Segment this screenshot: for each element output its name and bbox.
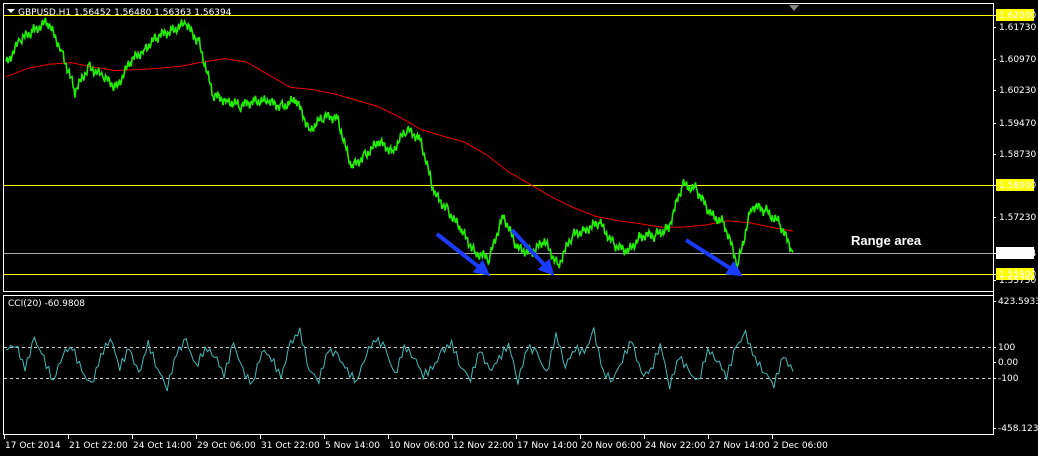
cci-series (5, 327, 794, 392)
cci-panel-frame (3, 295, 994, 435)
annotation-arrows (435, 228, 743, 277)
price-tick-label: 1.60970 (999, 55, 1036, 65)
cci-label: CCI(20) -60.9808 (8, 299, 85, 309)
time-tick-label: 10 Nov 06:00 (389, 441, 450, 451)
down-arrow-icon (510, 228, 555, 276)
time-tick-label: 17 Oct 2014 (5, 441, 61, 451)
cci-tick-label: 423.5933 (998, 297, 1038, 307)
price-tick-label: 1.58730 (999, 150, 1036, 160)
price-series (5, 17, 794, 269)
chart-canvas[interactable]: GBPUSD,H1 1.56452 1.56480 1.56363 1.5639… (0, 0, 1038, 456)
price-axis: 1.62000 1.61730 1.60970 1.60230 1.59470 1.587… (993, 9, 1036, 286)
price-tick-label: 1.58000 (999, 181, 1036, 191)
price-tick-label: 1.55750 (999, 276, 1036, 286)
cci-tick-label: 0.00 (998, 358, 1018, 368)
time-tick-label: 24 Nov 22:00 (645, 441, 706, 451)
cci-axis: 423.5933 100 0.00 -100 -458.1239 (993, 297, 1038, 434)
range-area-label: Range area (851, 233, 922, 248)
time-tick-label: 21 Oct 22:00 (69, 441, 128, 451)
time-tick-label: 27 Nov 14:00 (709, 441, 770, 451)
cci-tick-label: -458.1239 (998, 424, 1038, 434)
price-tick-label: 1.56394 (999, 249, 1036, 259)
time-axis: 17 Oct 2014 21 Oct 22:00 24 Oct 14:00 29 Oc… (4, 435, 828, 451)
price-panel-frame (3, 3, 994, 292)
time-tick-label: 20 Nov 06:00 (581, 441, 642, 451)
dropdown-triangle-icon[interactable] (7, 9, 15, 13)
symbol-title: GBPUSD,H1 1.56452 1.56480 1.56363 1.5639… (18, 8, 232, 18)
price-tick-label: 1.60230 (999, 86, 1036, 96)
time-tick-label: 5 Nov 14:00 (325, 441, 380, 451)
price-line (5, 17, 794, 269)
cci-line (5, 327, 794, 392)
time-tick-label: 24 Oct 14:00 (133, 441, 192, 451)
price-tick-label: 1.59470 (999, 119, 1036, 129)
chart-shift-marker-icon[interactable] (789, 5, 799, 11)
price-tick-label: 1.62000 (999, 11, 1036, 21)
time-tick-label: 29 Oct 06:00 (197, 441, 256, 451)
price-tick-label: 1.61730 (999, 23, 1036, 33)
cci-tick-label: -100 (998, 374, 1019, 384)
time-tick-label: 12 Nov 22:00 (453, 441, 514, 451)
time-tick-label: 31 Oct 22:00 (261, 441, 320, 451)
down-arrow-icon (684, 238, 743, 277)
time-tick-label: 2 Dec 06:00 (773, 441, 828, 451)
time-tick-label: 17 Nov 14:00 (517, 441, 578, 451)
price-tick-label: 1.57230 (999, 213, 1036, 223)
cci-tick-label: 100 (998, 343, 1015, 353)
